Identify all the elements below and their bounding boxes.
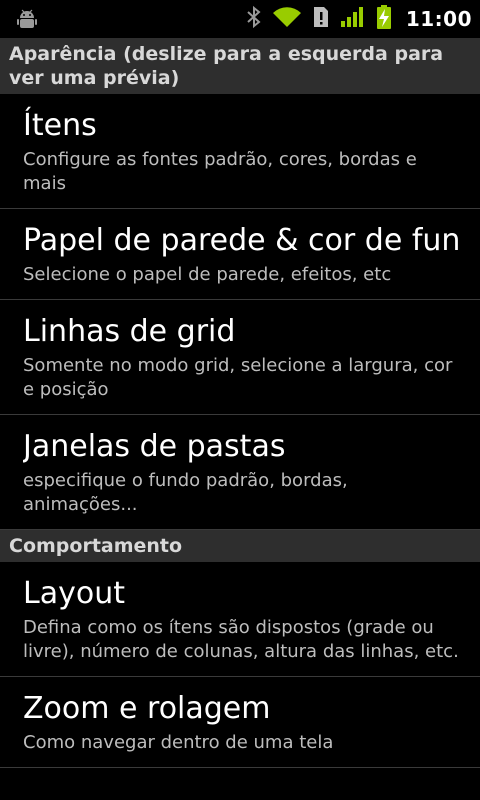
pref-item-summary: Como navegar dentro de uma tela [23,732,334,753]
android-debug-icon [16,8,38,34]
pref-item-title: Papel de parede & cor de fundo [23,223,460,258]
wifi-icon [272,5,302,33]
section-header-behavior: Comportamento [0,530,480,562]
section-header-appearance: Aparência (deslize para a esquerda para … [0,38,480,94]
status-clock: 11:00 [405,7,472,31]
preferences-list[interactable]: Aparência (deslize para a esquerda para … [0,38,480,800]
pref-item-zoom-scroll[interactable]: Zoom e rolagem Como navegar dentro de um… [0,677,480,768]
signal-icon [340,5,366,33]
pref-item-grid-lines[interactable]: Linhas de grid Somente no modo grid, sel… [0,300,480,415]
pref-item-items[interactable]: Ítens Configure as fontes padrão, cores,… [0,94,480,209]
pref-item-title: Janelas de pastas [23,429,286,464]
pref-item-summary: Defina como os ítens são dispostos (grad… [23,617,459,662]
pref-item-title: Linhas de grid [23,314,236,349]
battery-charging-icon [376,4,392,34]
pref-item-summary: especifique o fundo padrão, bordas, anim… [23,470,348,515]
pref-item-summary: Selecione o papel de parede, efeitos, et… [23,264,392,285]
pref-item-summary: Configure as fontes padrão, cores, borda… [23,149,417,194]
pref-item-title: Ítens [23,108,97,143]
pref-item-summary: Somente no modo grid, selecione a largur… [23,355,453,400]
pref-item-wallpaper[interactable]: Papel de parede & cor de fundo Selecione… [0,209,480,300]
pref-item-title: Zoom e rolagem [23,691,271,726]
bluetooth-icon [246,5,262,33]
pref-item-title: Layout [23,576,125,611]
sd-card-alert-icon [312,5,330,33]
pref-item-folder-windows[interactable]: Janelas de pastas especifique o fundo pa… [0,415,480,530]
status-bar: 11:00 [0,0,480,38]
pref-item-layout[interactable]: Layout Defina como os ítens são disposto… [0,562,480,677]
